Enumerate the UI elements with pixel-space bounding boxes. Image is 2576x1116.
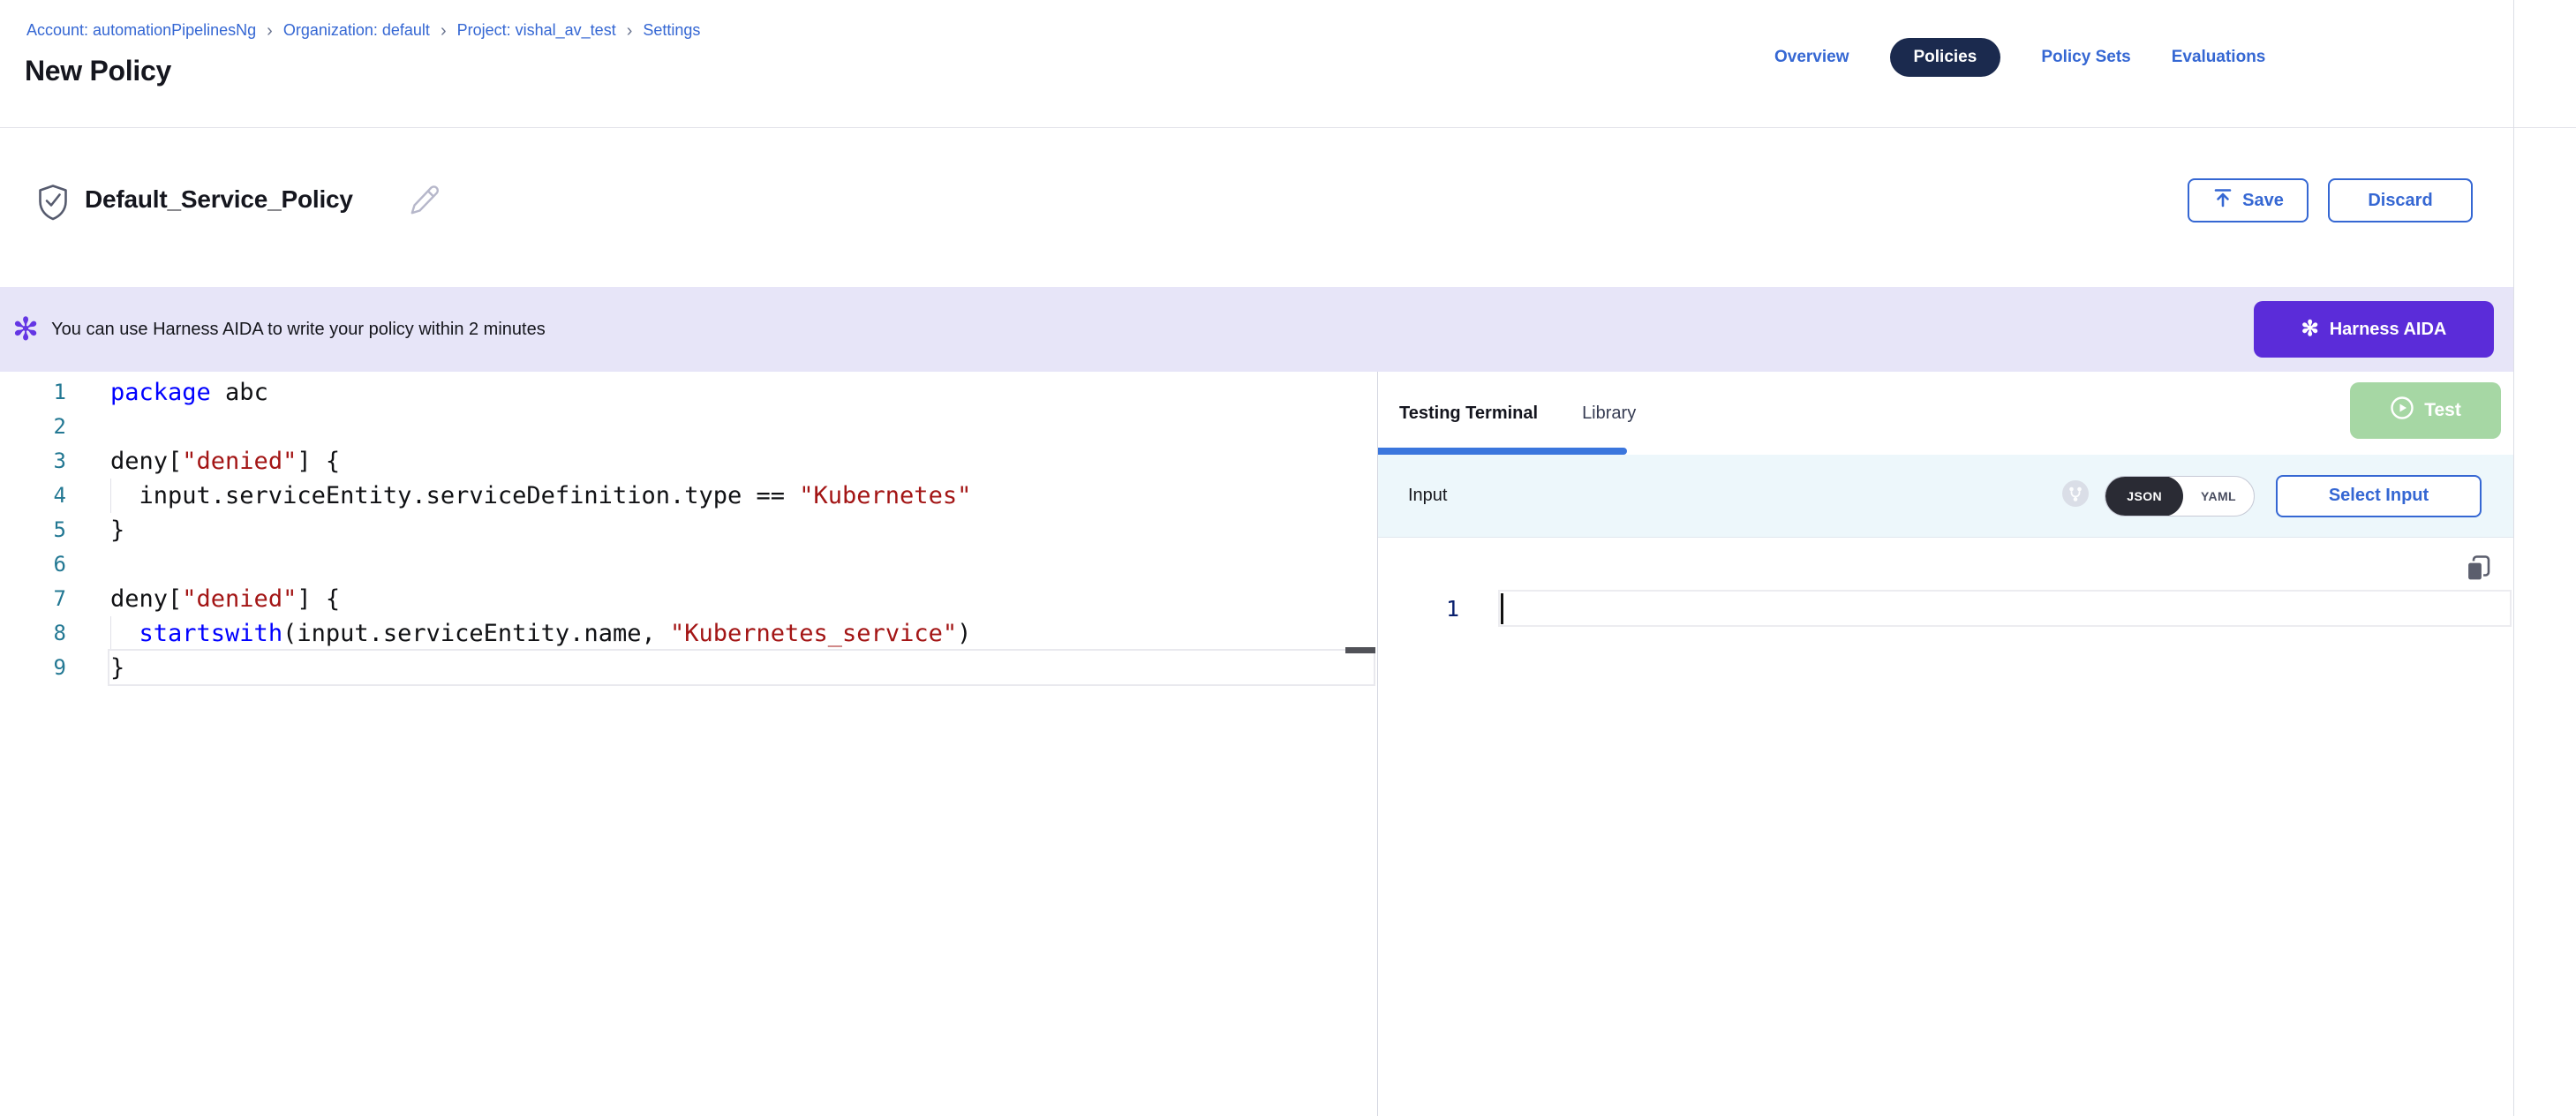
input-section-header: Input JSON YAML Select Input — [1378, 455, 2513, 538]
overview-ruler-cursor-mark — [1345, 647, 1375, 653]
line-number: 6 — [0, 547, 110, 582]
code-editor-line: 5} — [0, 513, 1377, 547]
code-editor-line: 4 input.serviceEntity.serviceDefinition.… — [0, 479, 1377, 513]
line-number: 3 — [0, 444, 110, 479]
code-line-content[interactable]: deny["denied"] { — [110, 444, 340, 479]
code-line-content[interactable]: input.serviceEntity.serviceDefinition.ty… — [110, 479, 971, 513]
code-token: "denied" — [182, 585, 297, 613]
policy-shield-check-icon — [37, 184, 69, 225]
code-line-content[interactable]: } — [110, 513, 124, 547]
save-button-label: Save — [2242, 191, 2284, 211]
testing-panel: Testing Terminal Library Test Input — [1378, 372, 2513, 1116]
code-token: input.serviceEntity.serviceDefinition.ty… — [110, 482, 799, 509]
page-right-edge-divider — [2513, 0, 2514, 1116]
tab-policies[interactable]: Policies — [1890, 38, 2001, 77]
breadcrumb-link[interactable]: Account: automationPipelinesNg — [26, 21, 256, 40]
code-token: abc — [211, 379, 268, 406]
harness-aida-button-label: Harness AIDA — [2330, 320, 2447, 340]
input-label: Input — [1408, 486, 1447, 506]
code-token: package — [110, 379, 211, 406]
code-editor-line: 3deny["denied"] { — [0, 444, 1377, 479]
code-token: deny[ — [110, 448, 182, 475]
format-toggle: JSON YAML — [2105, 476, 2255, 517]
code-token: "Kubernetes" — [799, 482, 971, 509]
code-token: (input.serviceEntity.name, — [282, 620, 670, 647]
discard-button[interactable]: Discard — [2328, 178, 2473, 222]
text-cursor — [1501, 593, 1503, 624]
tab-overview[interactable]: Overview — [1774, 48, 1849, 67]
code-token: deny[ — [110, 585, 182, 613]
policy-name: Default_Service_Policy — [85, 185, 353, 214]
line-number: 5 — [0, 513, 110, 547]
code-editor-line: 1package abc — [0, 375, 1377, 410]
aida-flower-icon: ✻ — [12, 313, 39, 345]
breadcrumb-separator: › — [441, 23, 447, 39]
breadcrumb-separator: › — [627, 23, 633, 39]
breadcrumb-separator: › — [267, 23, 273, 39]
tab-testing-terminal[interactable]: Testing Terminal — [1399, 403, 1538, 424]
breadcrumb-link[interactable]: Settings — [643, 21, 700, 40]
code-line-content[interactable]: startswith(input.serviceEntity.name, "Ku… — [110, 616, 971, 651]
indent-guide — [110, 479, 111, 513]
header-divider — [0, 127, 2576, 128]
breadcrumb-link[interactable]: Project: vishal_av_test — [457, 21, 616, 40]
line-number: 8 — [0, 616, 110, 651]
edit-policy-name-pencil-icon[interactable] — [408, 184, 441, 222]
line-number: 1 — [1424, 596, 1459, 622]
code-editor-line: 6 — [0, 547, 1377, 582]
testing-panel-tabs: Testing Terminal Library Test — [1378, 372, 2513, 455]
header-tabs: Overview Policies Policy Sets Evaluation… — [1774, 35, 2265, 79]
input-editor[interactable]: 1 — [1378, 538, 2513, 1116]
code-token: } — [110, 517, 124, 544]
tab-policy-sets[interactable]: Policy Sets — [2041, 48, 2130, 67]
active-tab-underline — [1378, 448, 1627, 455]
code-editor-line: 8 startswith(input.serviceEntity.name, "… — [0, 616, 1377, 651]
upload-icon — [2212, 187, 2233, 214]
discard-button-label: Discard — [2368, 191, 2432, 211]
code-line-content[interactable]: deny["denied"] { — [110, 582, 340, 616]
test-button[interactable]: Test — [2350, 382, 2501, 439]
code-editor-line: 2 — [0, 410, 1377, 444]
select-input-button[interactable]: Select Input — [2276, 475, 2482, 517]
copy-icon[interactable] — [2463, 554, 2493, 588]
aida-banner-message: You can use Harness AIDA to write your p… — [51, 320, 546, 340]
code-token: "Kubernetes_service" — [670, 620, 957, 647]
current-line-highlight — [108, 649, 1375, 686]
line-number: 9 — [0, 651, 110, 685]
aida-banner: ✻ You can use Harness AIDA to write your… — [0, 287, 2513, 372]
code-token: startswith — [139, 620, 283, 647]
line-number: 2 — [0, 410, 110, 444]
breadcrumb-link[interactable]: Organization: default — [283, 21, 430, 40]
test-button-label: Test — [2424, 400, 2461, 421]
policy-code-editor[interactable]: 1package abc23deny["denied"] {4 input.se… — [0, 372, 1377, 1116]
line-number: 4 — [0, 479, 110, 513]
code-token: ) — [957, 620, 971, 647]
indent-guide — [110, 616, 111, 651]
code-token: "denied" — [182, 448, 297, 475]
save-button[interactable]: Save — [2188, 178, 2309, 222]
code-editor-line: 7deny["denied"] { — [0, 582, 1377, 616]
play-circle-icon — [2390, 396, 2414, 426]
code-token — [110, 620, 139, 647]
entity-fork-icon[interactable] — [2062, 480, 2089, 511]
code-token: ] { — [297, 585, 340, 613]
format-option-json[interactable]: JSON — [2105, 476, 2183, 517]
tab-library[interactable]: Library — [1582, 403, 1636, 424]
line-number: 7 — [0, 582, 110, 616]
tab-evaluations[interactable]: Evaluations — [2172, 48, 2266, 67]
line-number: 1 — [0, 375, 110, 410]
current-line-highlight — [1498, 590, 2512, 627]
code-line-content[interactable]: package abc — [110, 375, 268, 410]
code-token: ] { — [297, 448, 340, 475]
harness-aida-button[interactable]: ✻ Harness AIDA — [2254, 301, 2494, 358]
page-title: New Policy — [25, 55, 171, 87]
format-option-yaml[interactable]: YAML — [2183, 489, 2254, 503]
code-lines: 1package abc23deny["denied"] {4 input.se… — [0, 372, 1377, 685]
breadcrumb: Account: automationPipelinesNg › Organizat… — [26, 21, 700, 40]
select-input-button-label: Select Input — [2329, 486, 2429, 506]
aida-flower-icon: ✻ — [2301, 313, 2319, 345]
new-policy-page: Account: automationPipelinesNg › Organizat… — [0, 0, 2576, 1116]
